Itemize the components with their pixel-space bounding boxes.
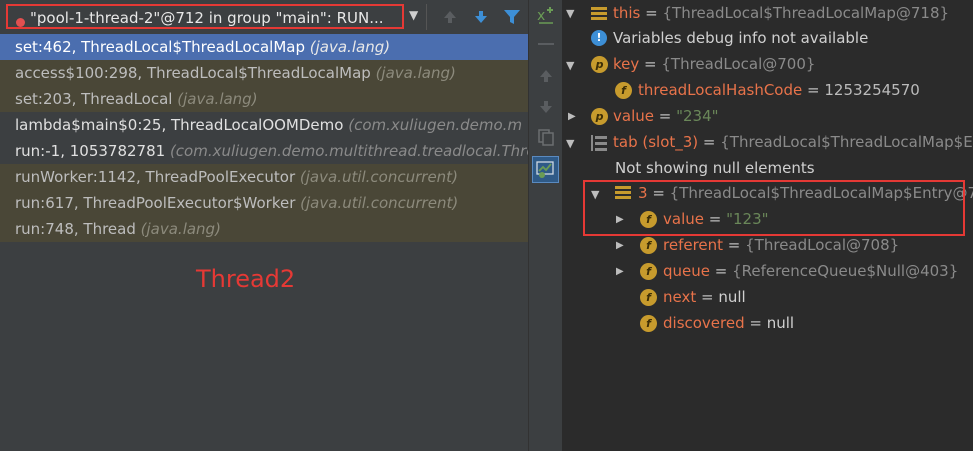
var-name: discovered bbox=[663, 314, 745, 332]
var-key[interactable]: key = {ThreadLocal@700} bbox=[613, 51, 815, 77]
watches-icon bbox=[536, 161, 554, 178]
frame-method: run:-1, 1053782781 bbox=[15, 142, 166, 160]
frames-pane: "pool-1-thread-2"@712 in group "main": R… bbox=[0, 0, 528, 451]
var-this[interactable]: this = {ThreadLocal$ThreadLocalMap@718} bbox=[613, 0, 949, 26]
var-next[interactable]: next = null bbox=[663, 284, 746, 310]
equals: = bbox=[696, 288, 719, 306]
previous-frame-icon[interactable] bbox=[442, 9, 458, 25]
next-frame-icon[interactable] bbox=[473, 9, 489, 25]
info-icon: ! bbox=[591, 30, 607, 46]
frame-package: (java.lang) bbox=[140, 220, 221, 238]
collapse-arrow-icon[interactable]: ▼ bbox=[566, 7, 574, 20]
var-queue[interactable]: queue = {ReferenceQueue$Null@403} bbox=[663, 258, 958, 284]
filter-icon[interactable] bbox=[503, 8, 521, 26]
thread-status-icon bbox=[16, 18, 25, 27]
array-icon bbox=[591, 135, 607, 151]
frame-package: (com.xuliugen.demo.multithread.treadloca… bbox=[169, 142, 528, 160]
field-icon: f bbox=[640, 315, 657, 332]
var-value: {ReferenceQueue$Null@403} bbox=[732, 262, 959, 280]
var-value: "234" bbox=[676, 107, 719, 125]
debug-info-message: Variables debug info not available bbox=[613, 29, 869, 47]
field-icon: f bbox=[640, 237, 657, 254]
equals: = bbox=[723, 236, 746, 254]
var-name: threadLocalHashCode bbox=[638, 81, 803, 99]
equals: = bbox=[653, 107, 677, 125]
frame-method: lambda$main$0:25, ThreadLocalOOMDemo bbox=[15, 116, 344, 134]
stack-frame[interactable]: access$100:298, ThreadLocal$ThreadLocalM… bbox=[0, 60, 528, 86]
stack-frame[interactable]: set:203, ThreadLocal (java.lang) bbox=[0, 86, 528, 112]
show-watches-toggle[interactable] bbox=[532, 156, 559, 183]
copy-icon[interactable] bbox=[537, 128, 555, 146]
frame-method: run:617, ThreadPoolExecutor$Worker bbox=[15, 194, 296, 212]
field-icon: f bbox=[640, 263, 657, 280]
dropdown-arrow-icon[interactable]: ▼ bbox=[409, 8, 418, 22]
move-up-icon[interactable] bbox=[538, 68, 554, 84]
variables-toolbar: x bbox=[528, 0, 563, 451]
parameter-icon: p bbox=[591, 56, 608, 73]
var-name: key bbox=[613, 55, 640, 73]
frame-package: (java.util.concurrent) bbox=[299, 168, 458, 186]
stack-frame[interactable]: run:617, ThreadPoolExecutor$Worker (java… bbox=[0, 190, 528, 216]
final-field-icon: f bbox=[615, 82, 632, 99]
thread-annotation: Thread2 bbox=[196, 265, 296, 293]
collapse-arrow-icon[interactable]: ▼ bbox=[566, 137, 574, 150]
object-fields-icon bbox=[591, 7, 607, 20]
var-threadlocalhashcode[interactable]: threadLocalHashCode = 1253254570 bbox=[638, 77, 920, 103]
var-discovered[interactable]: discovered = null bbox=[663, 310, 794, 336]
stack-frame[interactable]: run:748, Thread (java.lang) bbox=[0, 216, 528, 242]
highlight-box bbox=[583, 180, 965, 236]
equals: = bbox=[640, 4, 663, 22]
toolbar-divider bbox=[426, 4, 427, 30]
svg-text:x: x bbox=[537, 8, 545, 24]
frame-method: run:748, Thread bbox=[15, 220, 136, 238]
frame-package: (java.util.concurrent) bbox=[300, 194, 459, 212]
var-name: tab (slot_3) bbox=[613, 133, 699, 151]
var-value: {ThreadLocal@708} bbox=[745, 236, 900, 254]
var-name: queue bbox=[663, 262, 710, 280]
equals: = bbox=[744, 314, 767, 332]
var-value: 1253254570 bbox=[824, 81, 920, 99]
remove-watch-icon[interactable] bbox=[538, 43, 554, 45]
var-name: next bbox=[663, 288, 697, 306]
var-value: {ThreadLocal$ThreadLocalMap@718} bbox=[662, 4, 950, 22]
parameter-icon: p bbox=[591, 108, 608, 125]
frame-package: (com.xuliugen.demo.m bbox=[348, 116, 523, 134]
thread-toolbar: "pool-1-thread-2"@712 in group "main": R… bbox=[0, 0, 528, 35]
var-value: null bbox=[766, 314, 795, 332]
frame-method: set:462, ThreadLocal$ThreadLocalMap bbox=[15, 38, 305, 56]
stack-frame[interactable]: lambda$main$0:25, ThreadLocalOOMDemo (co… bbox=[0, 112, 528, 138]
stack-frame[interactable]: run:-1, 1053782781 (com.xuliugen.demo.mu… bbox=[0, 138, 528, 164]
var-name: this bbox=[613, 4, 641, 22]
frame-package: (java.lang) bbox=[309, 38, 391, 56]
thread-selector-value: "pool-1-thread-2"@712 in group "main": R… bbox=[30, 9, 384, 27]
var-tab[interactable]: tab (slot_3) = {ThreadLocal$ThreadLocalM… bbox=[613, 129, 973, 155]
frame-package: (java.lang) bbox=[177, 90, 258, 108]
thread-selector[interactable]: "pool-1-thread-2"@712 in group "main": R… bbox=[6, 4, 404, 29]
var-value: {ThreadLocal@700} bbox=[661, 55, 816, 73]
expand-arrow-icon[interactable]: ▶ bbox=[616, 240, 624, 251]
equals: = bbox=[802, 81, 825, 99]
expand-arrow-icon[interactable]: ▶ bbox=[616, 266, 624, 277]
var-value: {ThreadLocal$ThreadLocalMap$En bbox=[720, 133, 973, 151]
stack-frame[interactable]: set:462, ThreadLocal$ThreadLocalMap (jav… bbox=[0, 34, 528, 60]
null-elements-note: Not showing null elements bbox=[615, 159, 815, 177]
frame-method: set:203, ThreadLocal bbox=[15, 90, 173, 108]
var-name: referent bbox=[663, 236, 724, 254]
evaluate-expression-icon[interactable]: x bbox=[536, 6, 556, 26]
var-name: value bbox=[613, 107, 654, 125]
stack-frame[interactable]: runWorker:1142, ThreadPoolExecutor (java… bbox=[0, 164, 528, 190]
frame-package: (java.lang) bbox=[375, 64, 456, 82]
var-value[interactable]: value = "234" bbox=[613, 103, 719, 129]
move-down-icon[interactable] bbox=[538, 99, 554, 115]
var-value: null bbox=[718, 288, 746, 306]
equals: = bbox=[639, 55, 662, 73]
frame-method: runWorker:1142, ThreadPoolExecutor bbox=[15, 168, 296, 186]
equals: = bbox=[710, 262, 733, 280]
expand-arrow-icon[interactable]: ▶ bbox=[568, 111, 576, 122]
frame-method: access$100:298, ThreadLocal$ThreadLocalM… bbox=[15, 64, 371, 82]
equals: = bbox=[698, 133, 721, 151]
collapse-arrow-icon[interactable]: ▼ bbox=[566, 59, 574, 72]
field-icon: f bbox=[640, 289, 657, 306]
